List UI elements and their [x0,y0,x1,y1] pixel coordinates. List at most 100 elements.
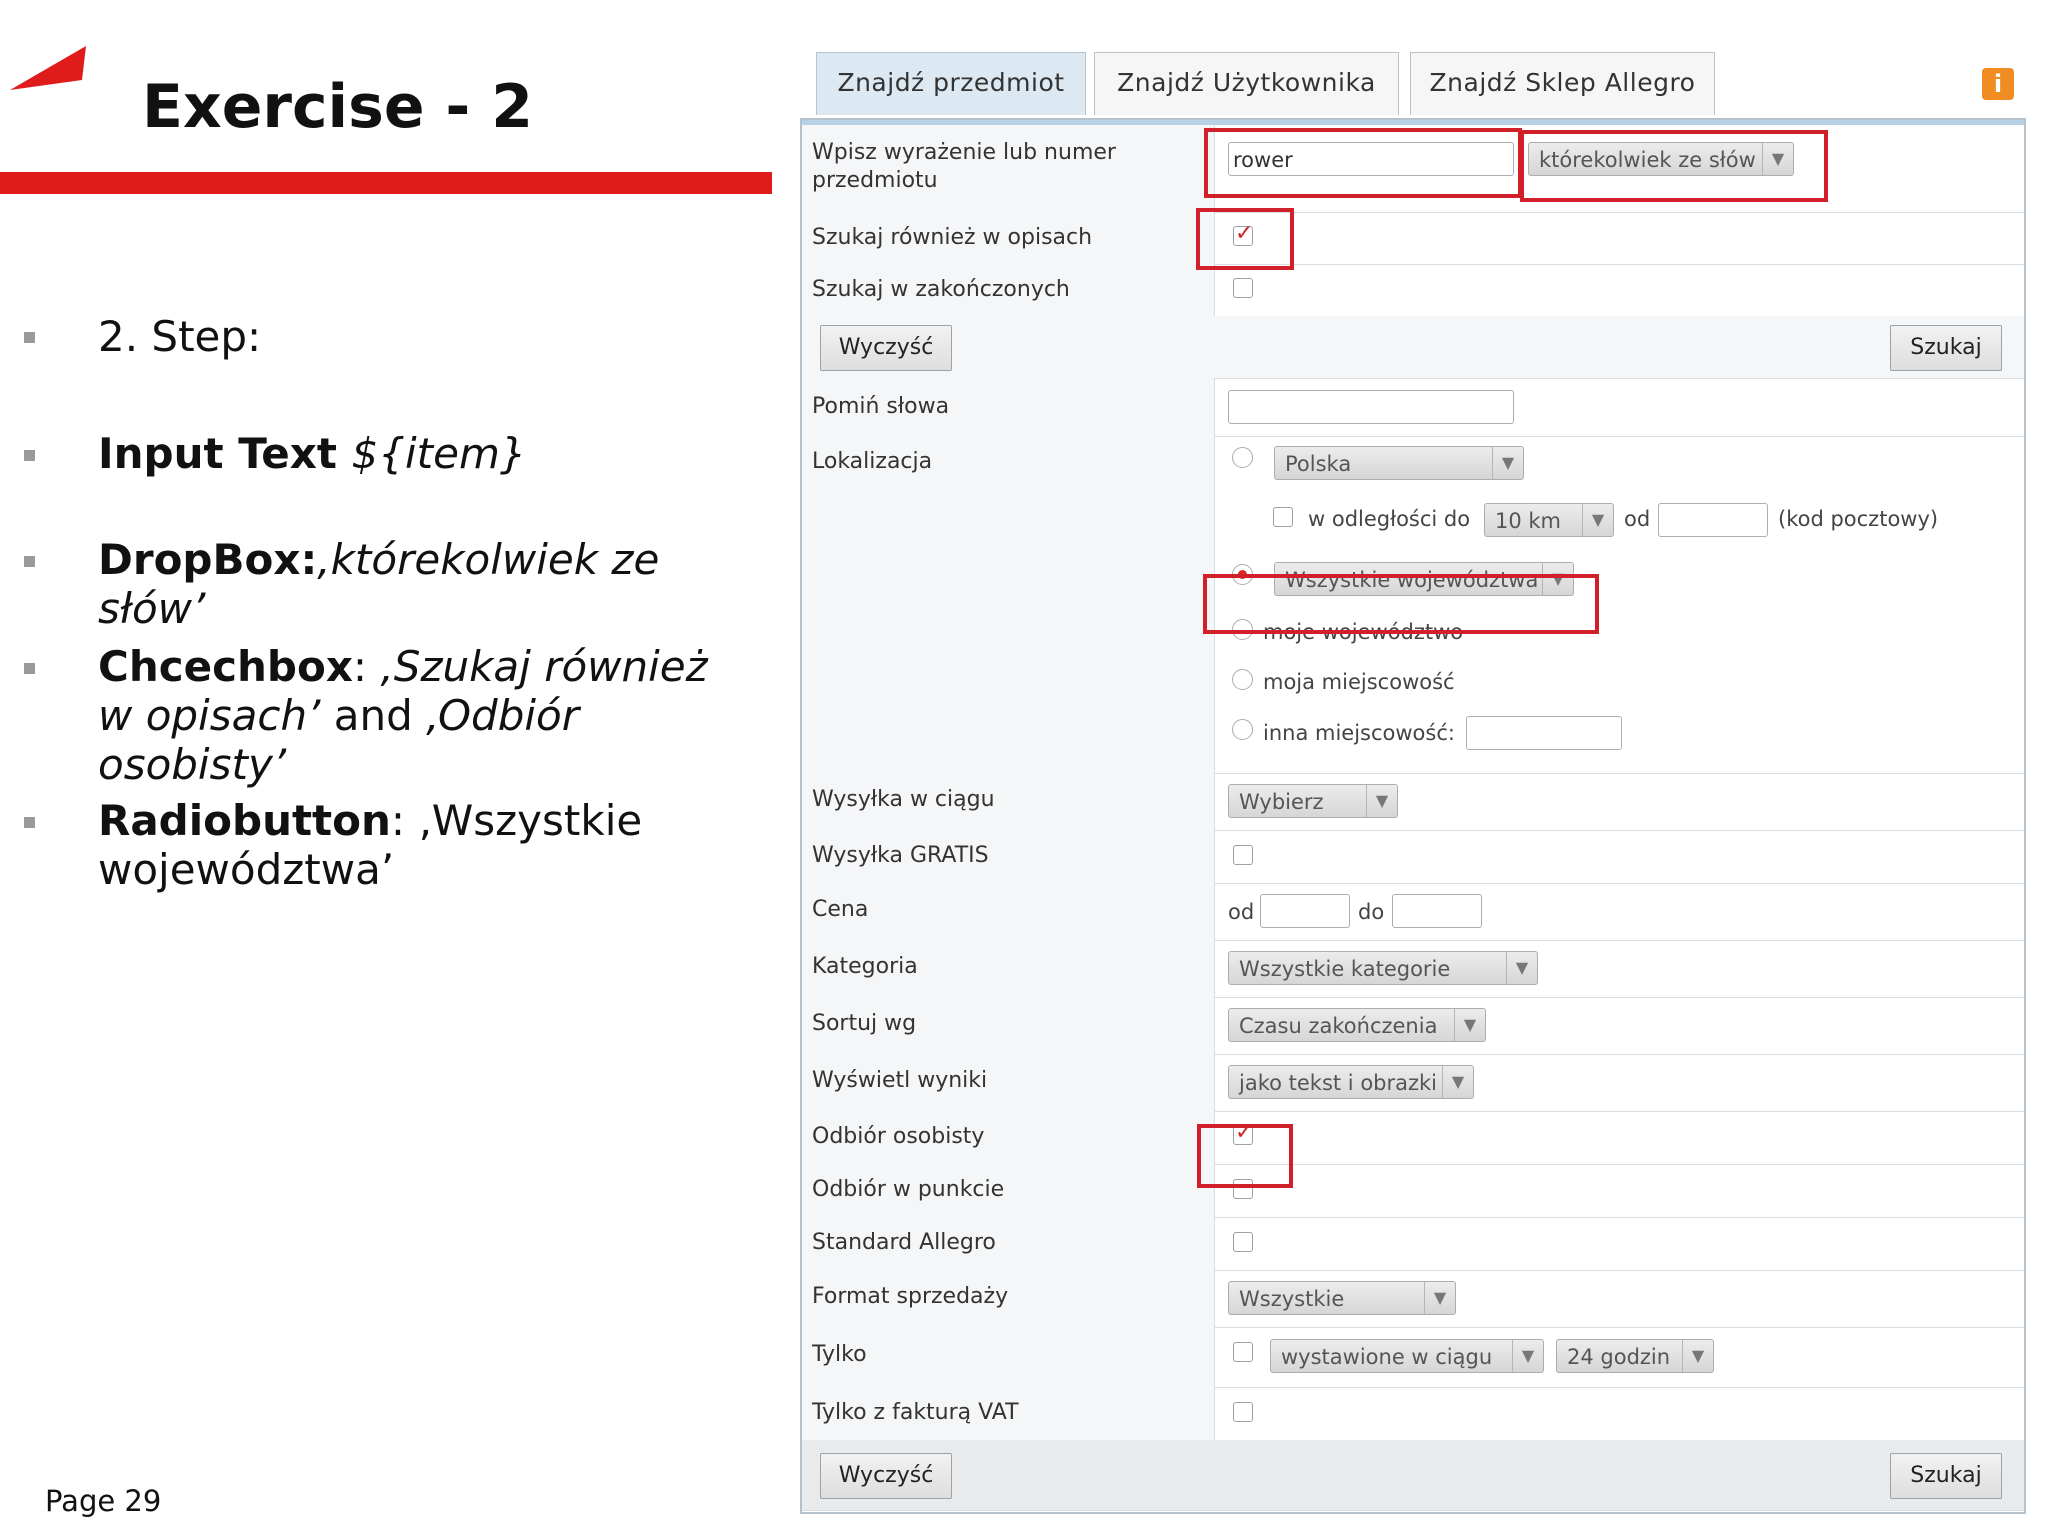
label-personal-pickup: Odbiór osobisty [812,1124,985,1149]
label-query-line2: przedmiotu [812,168,938,193]
shipping-within-select[interactable]: Wybierz ▼ [1228,784,1398,818]
bullet-bold: DropBox: [98,535,318,584]
clear-button-bottom[interactable]: Wyczyść [820,1453,952,1499]
bullet-colon: : [352,642,381,691]
label-free-shipping: Wysyłka GRATIS [812,843,989,868]
search-button-bottom[interactable]: Szukaj [1890,1453,2002,1499]
distance-select[interactable]: 10 km ▼ [1484,503,1614,537]
skip-words-input[interactable] [1228,390,1514,424]
search-form: Wpisz wyrażenie lub numer przedmiotu row… [800,118,2026,1514]
category-value: Wszystkie kategorie [1239,957,1451,981]
my-town-radio[interactable] [1232,669,1253,690]
chevron-down-icon: ▼ [1512,1340,1543,1372]
category-select[interactable]: Wszystkie kategorie ▼ [1228,951,1538,985]
allegro-search-panel: Znajdź przedmiot Znajdź Użytkownika Znaj… [800,48,2026,1516]
from-label: od [1624,507,1651,531]
bullet-bold: Radiobutton [98,796,391,845]
tab-find-item[interactable]: Znajdź przedmiot [816,52,1086,115]
row-price: Cena od do [802,883,2024,941]
page-number: Page 29 [45,1484,162,1518]
label-price: Cena [812,897,869,922]
search-button-top[interactable]: Szukaj [1890,325,2002,371]
my-town-label: moja miejscowość [1263,670,1455,694]
country-select[interactable]: Polska ▼ [1274,446,1524,480]
row-only: Tylko wystawione w ciągu ▼ 24 godzin ▼ [802,1327,2024,1388]
label-location: Lokalizacja [812,449,933,474]
bullet-rest: województwa’ [98,845,395,894]
bullet-rest: : ‚Wszystkie [390,796,643,845]
distance-label: w odległości do [1308,507,1471,531]
label-vat: Tylko z fakturą VAT [812,1400,1019,1425]
tab-find-user[interactable]: Znajdź Użytkownika [1094,52,1399,115]
bullet-bold: Chcechbox [98,642,353,691]
tab-find-shop[interactable]: Znajdź Sklep Allegro [1410,52,1715,115]
highlight-region-radio [1203,574,1599,634]
row-sort-by: Sortuj wg Czasu zakończenia ▼ [802,997,2024,1055]
row-point-pickup: Odbiór w punkcie [802,1164,2024,1218]
row-sale-format: Format sprzedaży Wszystkie ▼ [802,1270,2024,1328]
only-checkbox[interactable] [1233,1342,1253,1362]
price-from-input[interactable] [1260,894,1350,928]
postal-code-input[interactable] [1658,503,1768,537]
free-shipping-checkbox[interactable] [1233,845,1253,865]
postal-code-hint: (kod pocztowy) [1778,507,1939,531]
in-ended-checkbox[interactable] [1233,278,1253,298]
label-query: Wpisz wyrażenie lub numer [812,140,1116,165]
chevron-down-icon: ▼ [1506,952,1537,984]
other-town-input[interactable] [1466,716,1622,750]
row-in-ended: Szukaj w zakończonych [802,264,2024,317]
highlight-personal-pickup-checkbox [1197,1124,1293,1188]
label-point-pickup: Odbiór w punkcie [812,1177,1005,1202]
chevron-down-icon: ▼ [1442,1066,1473,1098]
label-in-ended: Szukaj w zakończonych [812,277,1070,302]
bottom-button-bar: Wyczyść Szukaj [802,1440,2024,1511]
chevron-down-icon: ▼ [1682,1340,1713,1372]
other-town-radio[interactable] [1232,719,1253,740]
bullet-marker [24,556,35,567]
bullet-marker [24,817,35,828]
sale-format-select[interactable]: Wszystkie ▼ [1228,1281,1456,1315]
shipping-within-value: Wybierz [1239,790,1324,814]
bullet-italic: w opisach’ [98,691,321,740]
display-select[interactable]: jako tekst i obrazki ▼ [1228,1065,1474,1099]
highlight-in-desc-checkbox [1196,208,1294,270]
info-icon[interactable]: i [1982,68,2014,100]
row-free-shipping: Wysyłka GRATIS [802,830,2024,884]
standard-checkbox[interactable] [1233,1232,1253,1252]
label-sale-format: Format sprzedaży [812,1284,1009,1309]
bullet-marker [24,332,35,343]
chevron-down-icon: ▼ [1424,1282,1455,1314]
chevron-down-icon: ▼ [1492,447,1523,479]
hours-select[interactable]: 24 godzin ▼ [1556,1339,1714,1373]
vat-checkbox[interactable] [1233,1402,1253,1422]
label-display: Wyświetl wyniki [812,1068,988,1093]
title-underline [0,172,772,194]
listed-within-select[interactable]: wystawione w ciągu ▼ [1270,1339,1544,1373]
bullet-italic: ${item} [351,429,527,478]
label-standard: Standard Allegro [812,1230,996,1255]
distance-checkbox[interactable] [1273,507,1293,527]
price-from-label: od [1228,900,1255,924]
row-vat: Tylko z fakturą VAT [802,1387,2024,1441]
row-skip-words: Pomiń słowa [802,378,2024,437]
bullet-and: and [320,691,427,740]
logo-shape [10,46,86,90]
listed-within-value: wystawione w ciągu [1281,1345,1493,1369]
row-personal-pickup: Odbiór osobisty [802,1111,2024,1165]
row-standard: Standard Allegro [802,1217,2024,1271]
sort-value: Czasu zakończenia [1239,1014,1438,1038]
sort-select[interactable]: Czasu zakończenia ▼ [1228,1008,1486,1042]
label-only: Tylko [812,1342,867,1367]
sale-format-value: Wszystkie [1239,1287,1345,1311]
display-value: jako tekst i obrazki [1239,1071,1438,1095]
bullet-marker [24,450,35,461]
clear-button-top[interactable]: Wyczyść [820,325,952,371]
row-shipping-within: Wysyłka w ciągu Wybierz ▼ [802,773,2024,831]
label-shipping-within: Wysyłka w ciągu [812,787,995,812]
other-town-label: inna miejscowość: [1263,721,1455,745]
hours-value: 24 godzin [1567,1345,1671,1369]
country-radio[interactable] [1232,447,1253,468]
label-skip-words: Pomiń słowa [812,394,950,419]
country-value: Polska [1285,452,1352,476]
price-to-input[interactable] [1392,894,1482,928]
